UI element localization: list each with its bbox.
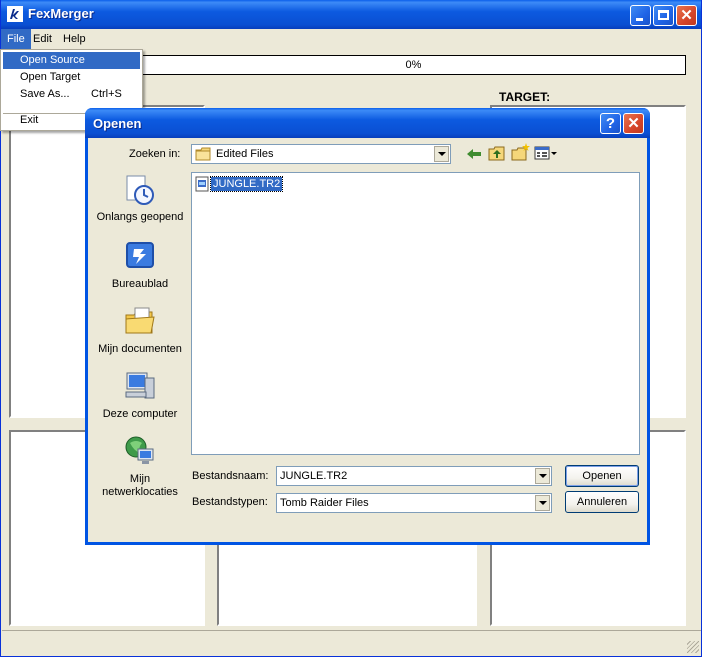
place-recent[interactable]: Onlangs geopend [95,174,185,238]
dialog-title-bar[interactable]: Openen ? ✕ [85,108,650,138]
menu-item-open-target[interactable]: Open Target [3,69,140,86]
filetype-value: Tomb Raider Files [280,497,369,509]
status-bar [2,630,701,655]
filename-dropdown-icon[interactable] [535,468,550,484]
new-folder-icon[interactable] [511,143,531,161]
cancel-button[interactable]: Annuleren [565,491,639,513]
look-in-label: Zoeken in: [129,148,181,160]
my-computer-icon [125,372,155,399]
places-bar: Onlangs geopend Bureaublad Mijn document… [95,170,185,500]
place-my-computer[interactable]: Deze computer [95,370,185,422]
dialog-title: Openen [93,116,142,131]
my-documents-icon [125,307,155,334]
minimize-icon [636,18,643,21]
filetype-select[interactable]: Tomb Raider Files [276,493,552,513]
progress-bar: 0% [141,55,686,75]
cancel-button-label: Annuleren [576,496,628,508]
place-desktop[interactable]: Bureaublad [95,240,185,292]
help-icon: ? [605,115,616,132]
menu-item-exit-label: Exit [20,114,39,126]
close-icon: ✕ [680,7,693,24]
filename-label: Bestandsnaam: [192,470,269,482]
file-icon [195,176,209,192]
menu-item-open-source[interactable]: Open Source [3,52,140,69]
place-my-documents[interactable]: Mijn documenten [95,305,185,357]
maximize-button[interactable] [653,5,674,26]
resize-grip-icon[interactable] [687,641,699,653]
app-icon [7,6,23,22]
open-dialog: Openen ? ✕ Zoeken in: Edited Files Onlan… [85,108,650,545]
back-icon[interactable] [466,147,482,161]
filetype-label: Bestandstypen: [192,496,268,508]
open-button[interactable]: Openen [565,465,639,487]
place-my-documents-label: Mijn documenten [98,343,182,355]
title-bar[interactable]: FexMerger ✕ [1,0,701,29]
save-as-shortcut: Ctrl+S [91,88,122,100]
look-in-dropdown-icon[interactable] [434,146,449,162]
look-in-combo[interactable]: Edited Files [191,144,451,164]
menu-bar: File Edit Help [1,29,701,49]
close-icon: ✕ [627,115,640,132]
up-folder-icon[interactable] [488,145,506,161]
file-name: JUNGLE.TR2 [209,176,284,192]
desktop-icon [126,242,154,268]
filetype-dropdown-icon[interactable] [535,495,550,511]
place-my-computer-label: Deze computer [102,408,178,420]
file-list[interactable]: JUNGLE.TR2 [191,172,640,455]
close-button[interactable]: ✕ [676,5,697,26]
menu-item-open-source-label: Open Source [20,54,85,66]
dialog-help-button[interactable]: ? [600,113,621,134]
menu-item-open-target-label: Open Target [20,71,81,83]
filename-input[interactable]: JUNGLE.TR2 [276,466,552,486]
place-desktop-label: Bureaublad [111,278,169,290]
target-label: TARGET: [499,90,551,104]
folder-icon [195,147,211,161]
place-recent-label: Onlangs geopend [96,211,184,223]
place-network[interactable]: Mijn netwerklocaties [95,435,185,498]
place-network-label: Mijn netwerklocaties [102,473,178,498]
look-in-value: Edited Files [216,148,274,160]
menu-item-save-as[interactable]: Save As... Ctrl+S [3,86,140,103]
maximize-icon [658,10,669,20]
window-title: FexMerger [28,6,94,21]
recent-documents-icon [126,175,154,205]
menu-edit[interactable]: Edit [27,29,58,49]
filename-value: JUNGLE.TR2 [280,470,348,482]
dialog-close-button[interactable]: ✕ [623,113,644,134]
menu-item-save-as-label: Save As... [20,88,70,100]
view-menu-icon[interactable] [534,146,558,160]
minimize-button[interactable] [630,5,651,26]
open-button-label: Openen [582,470,622,482]
menu-help[interactable]: Help [57,29,92,49]
network-places-icon [125,436,154,464]
